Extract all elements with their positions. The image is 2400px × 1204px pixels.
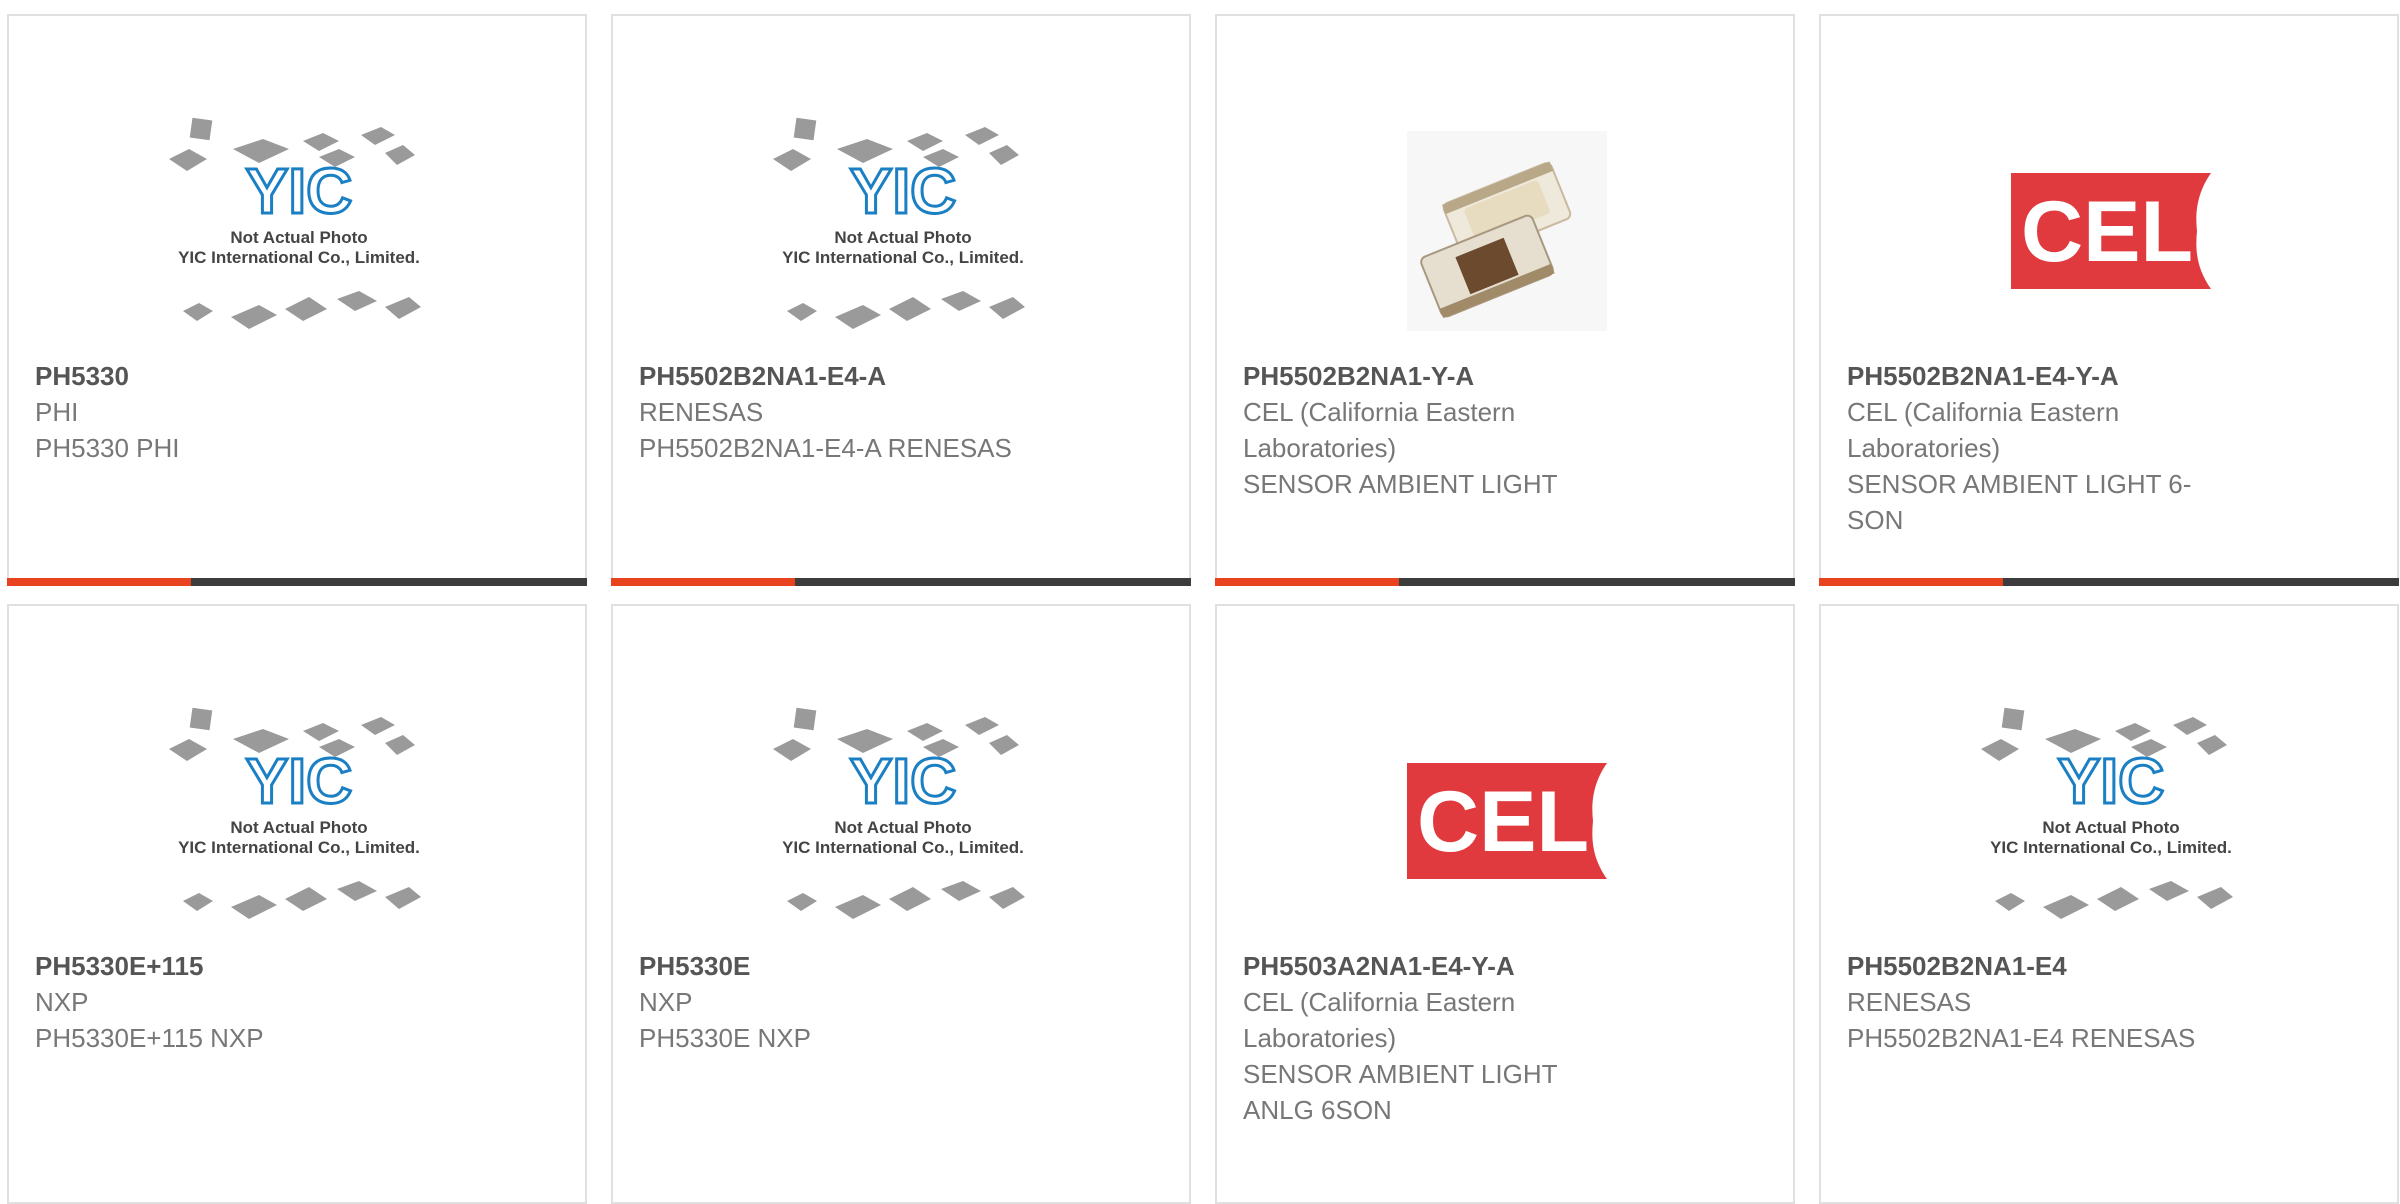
cel-logo: CEL (2011, 173, 2211, 289)
product-image[interactable]: CEL (1217, 686, 1797, 956)
svg-text:Not Actual Photo: Not Actual Photo (834, 228, 971, 247)
product-image[interactable]: YIC Not Actual Photo YIC International C… (613, 96, 1193, 366)
description: SENSOR AMBIENT LIGHT (1243, 469, 1558, 499)
placeholder-image: YIC Not Actual Photo YIC International C… (773, 707, 1025, 919)
description: SENSOR AMBIENT LIGHT 6-SON (1847, 469, 2192, 535)
svg-text:YIC International Co., Limited: YIC International Co., Limited. (1990, 838, 2232, 857)
product-card[interactable]: CEL PH5502B2NA1-E4-Y-A CEL (California E… (1819, 14, 2399, 586)
manufacturer: NXP (639, 987, 693, 1017)
product-image[interactable]: CEL (1821, 96, 2400, 366)
card-bottom-bar (1819, 578, 2399, 586)
manufacturer: RENESAS (639, 397, 764, 427)
manufacturer: CEL (California Eastern Laboratories) (1847, 397, 2120, 463)
sensor-photo (1407, 131, 1607, 331)
description: PH5330E+115 NXP (35, 1023, 264, 1053)
placeholder-image: YIC Not Actual Photo YIC International C… (169, 117, 421, 329)
product-card[interactable]: YIC Not Actual Photo YIC International C… (1819, 604, 2399, 1204)
product-card[interactable]: YIC Not Actual Photo YIC International C… (611, 604, 1191, 1204)
svg-text:Not Actual Photo: Not Actual Photo (230, 818, 367, 837)
manufacturer: PHI (35, 397, 79, 427)
svg-text:YIC International Co., Limited: YIC International Co., Limited. (178, 838, 420, 857)
manufacturer: RENESAS (1847, 987, 1972, 1017)
svg-text:Not Actual Photo: Not Actual Photo (834, 818, 971, 837)
product-card[interactable]: YIC Not Actual Photo YIC International C… (7, 604, 587, 1204)
svg-text:YIC International Co., Limited: YIC International Co., Limited. (178, 248, 420, 267)
description: PH5502B2NA1-E4 RENESAS (1847, 1023, 2196, 1053)
product-image[interactable]: YIC Not Actual Photo YIC International C… (9, 686, 589, 956)
product-card[interactable]: CEL PH5503A2NA1-E4-Y-A CEL (California E… (1215, 604, 1795, 1204)
product-image[interactable]: YIC Not Actual Photo YIC International C… (9, 96, 589, 366)
svg-text:CEL: CEL (1417, 774, 1589, 870)
product-image[interactable]: YIC Not Actual Photo YIC International C… (613, 686, 1193, 956)
svg-text:Not Actual Photo: Not Actual Photo (230, 228, 367, 247)
manufacturer: NXP (35, 987, 89, 1017)
placeholder-image: YIC Not Actual Photo YIC International C… (169, 707, 421, 919)
part-number[interactable]: PH5502B2NA1-E4-A (639, 358, 1163, 394)
part-number[interactable]: PH5330E+115 (35, 948, 559, 984)
product-card[interactable]: YIC Not Actual Photo YIC International C… (611, 14, 1191, 586)
placeholder-image: YIC Not Actual Photo YIC International C… (773, 117, 1025, 329)
svg-text:Not Actual Photo: Not Actual Photo (2042, 818, 2179, 837)
yic-logo: YIC (2058, 745, 2165, 817)
description: PH5330E NXP (639, 1023, 811, 1053)
description: SENSOR AMBIENT LIGHT ANLG 6SON (1243, 1059, 1558, 1125)
yic-logo: YIC (246, 155, 353, 227)
description: PH5330 PHI (35, 433, 180, 463)
placeholder-image: YIC Not Actual Photo YIC International C… (1981, 707, 2233, 919)
product-card[interactable]: YIC Not Actual Photo YIC International C… (7, 14, 587, 586)
product-card[interactable]: PH5502B2NA1-Y-A CEL (California Eastern … (1215, 14, 1795, 586)
yic-logo: YIC (850, 155, 957, 227)
part-number[interactable]: PH5503A2NA1-E4-Y-A (1243, 948, 1767, 984)
cel-logo: CEL (1407, 763, 1607, 879)
card-bottom-bar (1215, 578, 1795, 586)
description: PH5502B2NA1-E4-A RENESAS (639, 433, 1012, 463)
part-number[interactable]: PH5502B2NA1-E4-Y-A (1847, 358, 2371, 394)
yic-logo: YIC (850, 745, 957, 817)
svg-text:YIC International Co., Limited: YIC International Co., Limited. (782, 838, 1024, 857)
card-bottom-bar (7, 578, 587, 586)
part-number[interactable]: PH5502B2NA1-Y-A (1243, 358, 1767, 394)
product-image[interactable] (1217, 96, 1797, 366)
card-bottom-bar (611, 578, 1191, 586)
svg-text:CEL: CEL (2021, 184, 2193, 280)
yic-logo: YIC (246, 745, 353, 817)
manufacturer: CEL (California Eastern Laboratories) (1243, 397, 1516, 463)
part-number[interactable]: PH5330 (35, 358, 559, 394)
part-number[interactable]: PH5502B2NA1-E4 (1847, 948, 2371, 984)
svg-text:YIC International Co., Limited: YIC International Co., Limited. (782, 248, 1024, 267)
product-grid: YIC Not Actual Photo YIC International C… (0, 0, 2400, 1204)
manufacturer: CEL (California Eastern Laboratories) (1243, 987, 1516, 1053)
product-image[interactable]: YIC Not Actual Photo YIC International C… (1821, 686, 2400, 956)
part-number[interactable]: PH5330E (639, 948, 1163, 984)
